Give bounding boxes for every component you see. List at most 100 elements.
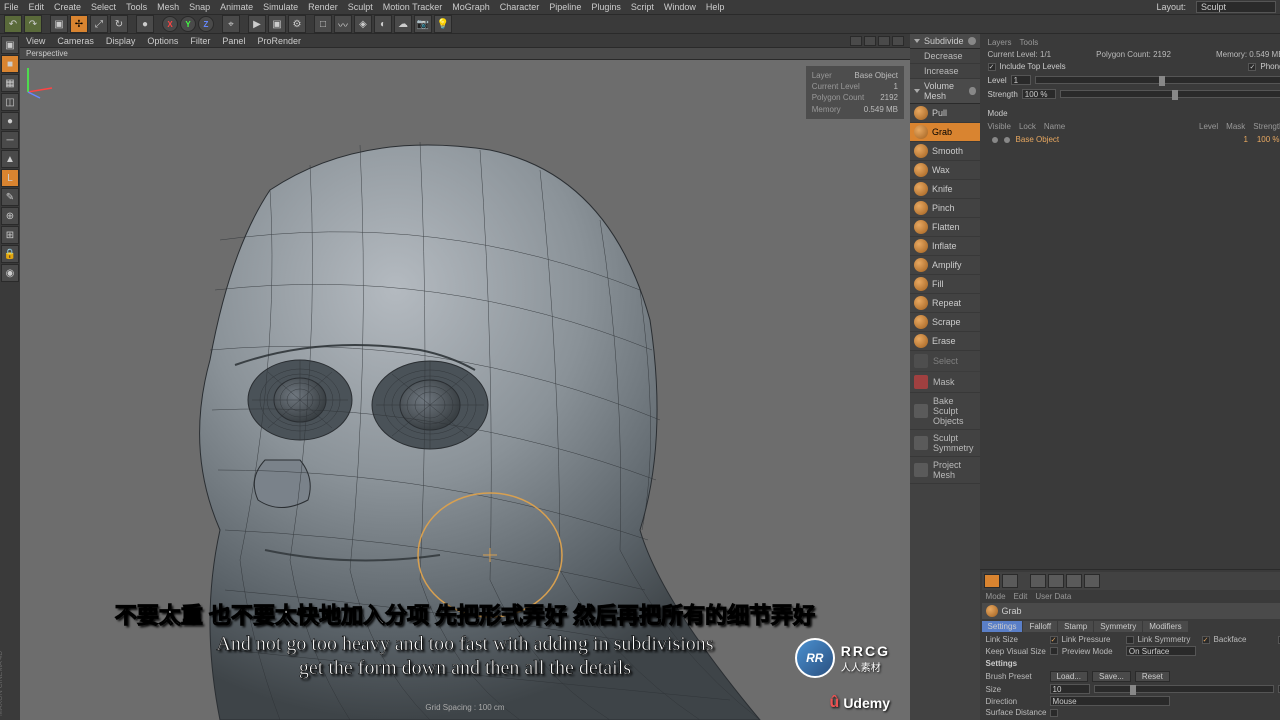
menu-render[interactable]: Render — [308, 2, 338, 12]
layout-select[interactable]: Sculpt — [1196, 1, 1276, 13]
redo-button[interactable]: ↷ — [24, 15, 42, 33]
workplane-icon[interactable]: ◫ — [1, 93, 19, 111]
menu-create[interactable]: Create — [54, 2, 81, 12]
brush-scrape[interactable]: Scrape — [910, 313, 980, 332]
primitive-icon[interactable]: □ — [314, 15, 332, 33]
brush-flatten[interactable]: Flatten — [910, 218, 980, 237]
size-input[interactable] — [1050, 684, 1090, 694]
subdivide-section[interactable]: Subdivide — [910, 34, 980, 49]
menu-window[interactable]: Window — [664, 2, 696, 12]
attr-icon-1[interactable] — [1030, 574, 1046, 588]
vp-zoom-icon[interactable] — [864, 36, 876, 46]
menu-tools[interactable]: Tools — [126, 2, 147, 12]
menu-help[interactable]: Help — [706, 2, 725, 12]
make-editable-icon[interactable]: ▣ — [1, 36, 19, 54]
live-select-icon[interactable]: ▣ — [50, 15, 68, 33]
axis-mode-icon[interactable]: L — [1, 169, 19, 187]
render-settings-icon[interactable]: ⚙ — [288, 15, 306, 33]
attr-nav-back-icon[interactable] — [984, 574, 1000, 588]
spline-icon[interactable]: 〰 — [334, 15, 352, 33]
tab-layers[interactable]: Layers — [988, 38, 1012, 47]
brush-knife[interactable]: Knife — [910, 180, 980, 199]
render-view-icon[interactable]: ▶ — [248, 15, 266, 33]
attr-edit[interactable]: Edit — [1014, 592, 1028, 601]
rotate-tool-icon[interactable]: ↻ — [110, 15, 128, 33]
camera-icon[interactable]: 📷 — [414, 15, 432, 33]
attr-icon-3[interactable] — [1066, 574, 1082, 588]
viewport-3d[interactable]: LayerBase Object Current Level1 Polygon … — [20, 60, 910, 720]
vp-view[interactable]: View — [26, 36, 45, 46]
bake-button[interactable]: Bake Sculpt Objects — [910, 393, 980, 430]
vp-panel[interactable]: Panel — [222, 36, 245, 46]
tab-symmetry[interactable]: Symmetry — [1094, 621, 1142, 632]
tab-modifiers[interactable]: Modifiers — [1143, 621, 1187, 632]
menu-mograph[interactable]: MoGraph — [452, 2, 490, 12]
menu-sculpt[interactable]: Sculpt — [348, 2, 373, 12]
menu-mesh[interactable]: Mesh — [157, 2, 179, 12]
attr-icon-2[interactable] — [1048, 574, 1064, 588]
brush-erase[interactable]: Erase — [910, 332, 980, 351]
menu-file[interactable]: File — [4, 2, 19, 12]
snap-icon[interactable]: ⊕ — [1, 207, 19, 225]
symmetry-button[interactable]: Sculpt Symmetry — [910, 430, 980, 457]
phong-check[interactable]: ✓ — [1248, 63, 1256, 71]
include-top-check[interactable]: ✓ — [988, 63, 996, 71]
brush-pinch[interactable]: Pinch — [910, 199, 980, 218]
tab-stamp[interactable]: Stamp — [1058, 621, 1093, 632]
locked-icon[interactable]: 🔒 — [1, 245, 19, 263]
model-mode-icon[interactable]: ■ — [1, 55, 19, 73]
preset-save-button[interactable]: Save... — [1092, 671, 1131, 682]
generator-icon[interactable]: ◈ — [354, 15, 372, 33]
decrease-button[interactable]: Decrease — [910, 49, 980, 64]
texture-mode-icon[interactable]: ▦ — [1, 74, 19, 92]
axis-x-toggle[interactable]: X — [162, 16, 178, 32]
strength-input[interactable] — [1022, 89, 1056, 99]
menu-animate[interactable]: Animate — [220, 2, 253, 12]
level-input[interactable] — [1011, 75, 1031, 85]
tab-falloff[interactable]: Falloff — [1023, 621, 1057, 632]
vp-options[interactable]: Options — [147, 36, 178, 46]
keep-visual-check[interactable] — [1050, 647, 1058, 655]
viewport-solo-icon[interactable]: ◉ — [1, 264, 19, 282]
direction-select[interactable]: Mouse — [1050, 696, 1170, 706]
volume-mesh-section[interactable]: Volume Mesh — [910, 79, 980, 104]
tweak-mode-icon[interactable]: ✎ — [1, 188, 19, 206]
level-slider[interactable] — [1035, 76, 1280, 84]
menu-simulate[interactable]: Simulate — [263, 2, 298, 12]
render-pv-icon[interactable]: ▣ — [268, 15, 286, 33]
brush-pull[interactable]: Pull — [910, 104, 980, 123]
vp-orbit-icon[interactable] — [878, 36, 890, 46]
brush-amplify[interactable]: Amplify — [910, 256, 980, 275]
attr-nav-fwd-icon[interactable] — [1002, 574, 1018, 588]
vp-display[interactable]: Display — [106, 36, 136, 46]
brush-grab[interactable]: Grab — [910, 123, 980, 142]
menu-character[interactable]: Character — [500, 2, 540, 12]
link-pressure-check[interactable] — [1126, 636, 1134, 644]
layer-row[interactable]: Base Object 1 100 % — [988, 133, 1280, 146]
last-tool-icon[interactable]: ● — [136, 15, 154, 33]
menu-plugins[interactable]: Plugins — [591, 2, 621, 12]
scale-tool-icon[interactable]: ⤢ — [90, 15, 108, 33]
link-size-check[interactable]: ✓ — [1050, 636, 1058, 644]
vp-maximize-icon[interactable] — [892, 36, 904, 46]
vp-filter[interactable]: Filter — [190, 36, 210, 46]
menu-select[interactable]: Select — [91, 2, 116, 12]
attr-icon-4[interactable] — [1084, 574, 1100, 588]
mask-tool[interactable]: Mask — [910, 372, 980, 393]
brush-repeat[interactable]: Repeat — [910, 294, 980, 313]
brush-inflate[interactable]: Inflate — [910, 237, 980, 256]
edge-mode-icon[interactable]: ─ — [1, 131, 19, 149]
strength-slider[interactable] — [1060, 90, 1280, 98]
tab-settings[interactable]: Settings — [982, 621, 1023, 632]
preset-reset-button[interactable]: Reset — [1135, 671, 1170, 682]
menu-edit[interactable]: Edit — [29, 2, 45, 12]
brush-wax[interactable]: Wax — [910, 161, 980, 180]
preview-mode-select[interactable]: On Surface — [1126, 646, 1196, 656]
brush-smooth[interactable]: Smooth — [910, 142, 980, 161]
vp-pan-icon[interactable] — [850, 36, 862, 46]
poly-mode-icon[interactable]: ▲ — [1, 150, 19, 168]
menu-pipeline[interactable]: Pipeline — [549, 2, 581, 12]
increase-button[interactable]: Increase — [910, 64, 980, 79]
link-symmetry-check[interactable]: ✓ — [1202, 636, 1210, 644]
select-tool[interactable]: Select — [910, 351, 980, 372]
